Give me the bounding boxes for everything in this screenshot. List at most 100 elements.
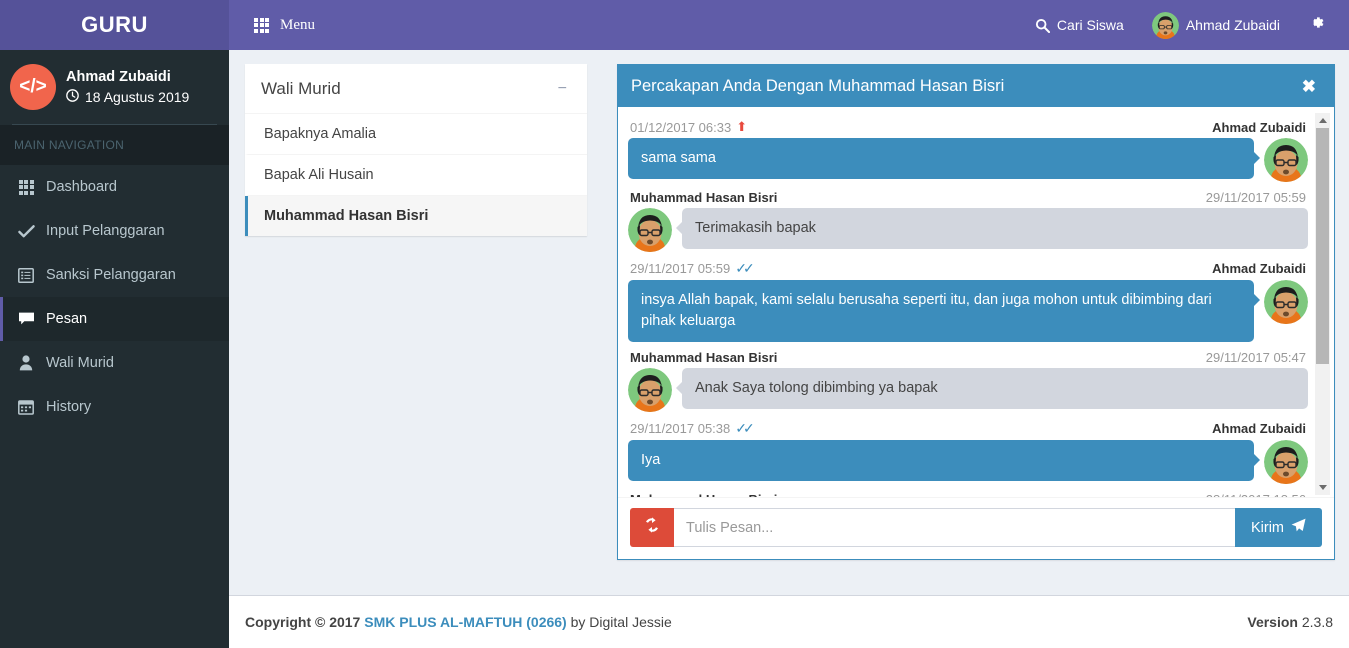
chat-message-meta: 01/12/2017 06:33 ⬆ Ahmad Zubaidi bbox=[628, 115, 1308, 138]
list-item[interactable]: Bapaknya Amalia bbox=[245, 114, 587, 155]
collapse-button[interactable]: − bbox=[554, 79, 571, 99]
footer-copyright-suffix: by Digital Jessie bbox=[570, 614, 672, 630]
chat-message: Muhammad Hasan Bisri 29/11/2017 05:47 An… bbox=[628, 346, 1308, 416]
wali-murid-header: Wali Murid − bbox=[245, 64, 587, 114]
settings-button[interactable] bbox=[1294, 0, 1335, 50]
chat-message-author: Muhammad Hasan Bisri bbox=[630, 350, 778, 366]
chat-message-time: 01/12/2017 06:33 bbox=[630, 119, 732, 135]
chat-message: 29/11/2017 05:38 ✓✓ Ahmad Zubaidi Iya bbox=[628, 416, 1308, 488]
chat-message-author: Ahmad Zubaidi bbox=[1212, 261, 1306, 276]
sidebar-item-label: Dashboard bbox=[46, 179, 117, 195]
avatar bbox=[1264, 440, 1308, 484]
avatar bbox=[628, 368, 672, 412]
chat-scrollbar[interactable] bbox=[1315, 113, 1330, 495]
page-footer: Copyright © 2017 SMK PLUS AL-MAFTUH (026… bbox=[229, 595, 1349, 648]
refresh-button[interactable] bbox=[630, 508, 674, 547]
content-row: Wali Murid − Bapaknya Amalia Bapak Ali H… bbox=[229, 50, 1349, 560]
double-check-icon: ✓✓ bbox=[735, 420, 755, 437]
chat-bubble-outgoing: insya Allah bapak, kami selalu berusaha … bbox=[628, 280, 1260, 343]
wali-murid-panel: Wali Murid − Bapaknya Amalia Bapak Ali H… bbox=[245, 64, 587, 236]
chat-message-time: 29/11/2017 05:59 bbox=[630, 261, 731, 276]
list-alt-icon bbox=[17, 267, 35, 283]
sidebar-item-pesan[interactable]: Pesan bbox=[0, 297, 229, 341]
wali-murid-label: Bapak Ali Husain bbox=[264, 167, 374, 183]
chat-message-meta: 29/11/2017 05:59 ✓✓ Ahmad Zubaidi bbox=[628, 256, 1308, 280]
chat-message-time-row: 29/11/2017 05:59 ✓✓ bbox=[630, 260, 755, 277]
chat-title: Percakapan Anda Dengan Muhammad Hasan Bi… bbox=[631, 77, 1005, 95]
user-menu-button[interactable]: Ahmad Zubaidi bbox=[1138, 0, 1294, 50]
close-icon[interactable]: ✖ bbox=[1300, 78, 1318, 95]
send-button[interactable]: Kirim bbox=[1234, 508, 1322, 547]
chat-message-time: 29/11/2017 05:59 bbox=[1205, 190, 1306, 205]
grid-icon bbox=[254, 17, 269, 33]
chat-message-time: 29/11/2017 05:47 bbox=[1205, 350, 1306, 366]
navbar-right: Cari Siswa Ahmad Zubaidi bbox=[1021, 0, 1349, 50]
chat-message-author: Muhammad Hasan Bisri bbox=[630, 492, 777, 497]
chat-message-meta: Muhammad Hasan Bisri 28/11/2017 18:56 bbox=[628, 488, 1308, 497]
arrow-up-icon: ⬆ bbox=[736, 119, 748, 134]
chat-bubble-incoming: Terimakasih bapak bbox=[676, 208, 1308, 250]
message-input[interactable] bbox=[674, 508, 1235, 547]
list-item-selected[interactable]: Muhammad Hasan Bisri bbox=[245, 196, 587, 236]
user-icon bbox=[17, 355, 35, 371]
scrollbar-track[interactable] bbox=[1315, 128, 1330, 480]
avatar bbox=[1264, 138, 1308, 182]
sidebar-item-wali-murid[interactable]: Wali Murid bbox=[0, 341, 229, 385]
sidebar-user-meta: Ahmad Zubaidi 18 Agustus 2019 bbox=[66, 69, 189, 105]
chat-message-time: 28/11/2017 18:56 bbox=[1206, 492, 1306, 497]
sidebar-user-date-row: 18 Agustus 2019 bbox=[66, 89, 189, 105]
scroll-down-icon[interactable] bbox=[1315, 480, 1330, 495]
chat-message-row: Anak Saya tolong dibimbing ya bapak bbox=[628, 368, 1308, 412]
sidebar-item-label: Sanksi Pelanggaran bbox=[46, 267, 176, 283]
chat-message: 29/11/2017 05:59 ✓✓ Ahmad Zubaidi insya … bbox=[628, 256, 1308, 346]
sidebar-item-dashboard[interactable]: Dashboard bbox=[0, 165, 229, 209]
footer-school-link[interactable]: SMK PLUS AL-MAFTUH (0266) bbox=[364, 614, 567, 630]
wali-murid-label: Muhammad Hasan Bisri bbox=[264, 208, 429, 224]
chat-message: Muhammad Hasan Bisri 28/11/2017 18:56 bbox=[628, 488, 1308, 497]
avatar bbox=[1152, 12, 1179, 39]
chat-scroll-area: 01/12/2017 06:33 ⬆ Ahmad Zubaidi sama sa… bbox=[628, 115, 1312, 497]
sidebar-item-input-pelanggaran[interactable]: Input Pelanggaran bbox=[0, 209, 229, 253]
content-wrapper: Wali Murid − Bapaknya Amalia Bapak Ali H… bbox=[229, 50, 1349, 595]
sidebar-item-sanksi-pelanggaran[interactable]: Sanksi Pelanggaran bbox=[0, 253, 229, 297]
sidebar-item-label: Pesan bbox=[46, 311, 88, 327]
footer-copyright-prefix: Copyright © 2017 bbox=[245, 614, 361, 630]
paper-plane-icon bbox=[1291, 518, 1306, 537]
code-logo-icon: </> bbox=[10, 64, 56, 110]
search-siswa-label: Cari Siswa bbox=[1056, 17, 1124, 33]
sidebar-item-history[interactable]: History bbox=[0, 385, 229, 429]
chat-message-time-row: 29/11/2017 05:38 ✓✓ bbox=[630, 420, 755, 437]
top-navbar: GURU Menu Cari Siswa Ahmad Zubaidi bbox=[0, 0, 1349, 50]
list-item[interactable]: Bapak Ali Husain bbox=[245, 155, 587, 196]
code-logo-text: </> bbox=[19, 76, 47, 97]
wali-murid-label: Bapaknya Amalia bbox=[264, 126, 377, 142]
sidebar-section-title: MAIN NAVIGATION bbox=[0, 125, 229, 165]
chat-message-author: Muhammad Hasan Bisri bbox=[630, 190, 778, 205]
search-siswa-button[interactable]: Cari Siswa bbox=[1021, 0, 1138, 50]
refresh-icon bbox=[643, 516, 661, 539]
user-menu-label: Ahmad Zubaidi bbox=[1185, 17, 1280, 33]
comment-icon bbox=[17, 311, 35, 327]
chat-message-time-row: 01/12/2017 06:33 ⬆ bbox=[630, 119, 747, 135]
sidebar-menu: Dashboard Input Pelanggaran Sanksi Pelan… bbox=[0, 165, 229, 429]
chat-message-time: 29/11/2017 05:38 bbox=[630, 421, 731, 437]
chat-header: Percakapan Anda Dengan Muhammad Hasan Bi… bbox=[618, 67, 1334, 107]
chat-message-meta: 29/11/2017 05:38 ✓✓ Ahmad Zubaidi bbox=[628, 416, 1308, 440]
wali-murid-list: Bapaknya Amalia Bapak Ali Husain Muhamma… bbox=[245, 114, 587, 236]
chat-message-row: Iya bbox=[628, 440, 1308, 484]
chat-message-list: 01/12/2017 06:33 ⬆ Ahmad Zubaidi sama sa… bbox=[618, 107, 1334, 497]
sidebar-item-label: Wali Murid bbox=[46, 355, 114, 371]
sidebar-user-panel[interactable]: </> Ahmad Zubaidi 18 Agustus 2019 bbox=[0, 50, 229, 124]
app-logo[interactable]: GURU bbox=[0, 0, 229, 50]
double-check-icon: ✓✓ bbox=[735, 260, 755, 276]
chat-message-meta: Muhammad Hasan Bisri 29/11/2017 05:47 bbox=[628, 346, 1308, 368]
chat-bubble-outgoing: Iya bbox=[628, 440, 1260, 482]
footer-version-label: Version bbox=[1247, 614, 1298, 630]
sidebar-toggle-button[interactable]: Menu bbox=[244, 0, 325, 50]
menu-label: Menu bbox=[280, 16, 315, 33]
send-button-label: Kirim bbox=[1250, 519, 1284, 536]
footer-version: Version 2.3.8 bbox=[1247, 614, 1333, 630]
scrollbar-thumb[interactable] bbox=[1316, 128, 1329, 364]
scroll-up-icon[interactable] bbox=[1315, 113, 1330, 128]
chat-panel: Percakapan Anda Dengan Muhammad Hasan Bi… bbox=[617, 64, 1335, 560]
